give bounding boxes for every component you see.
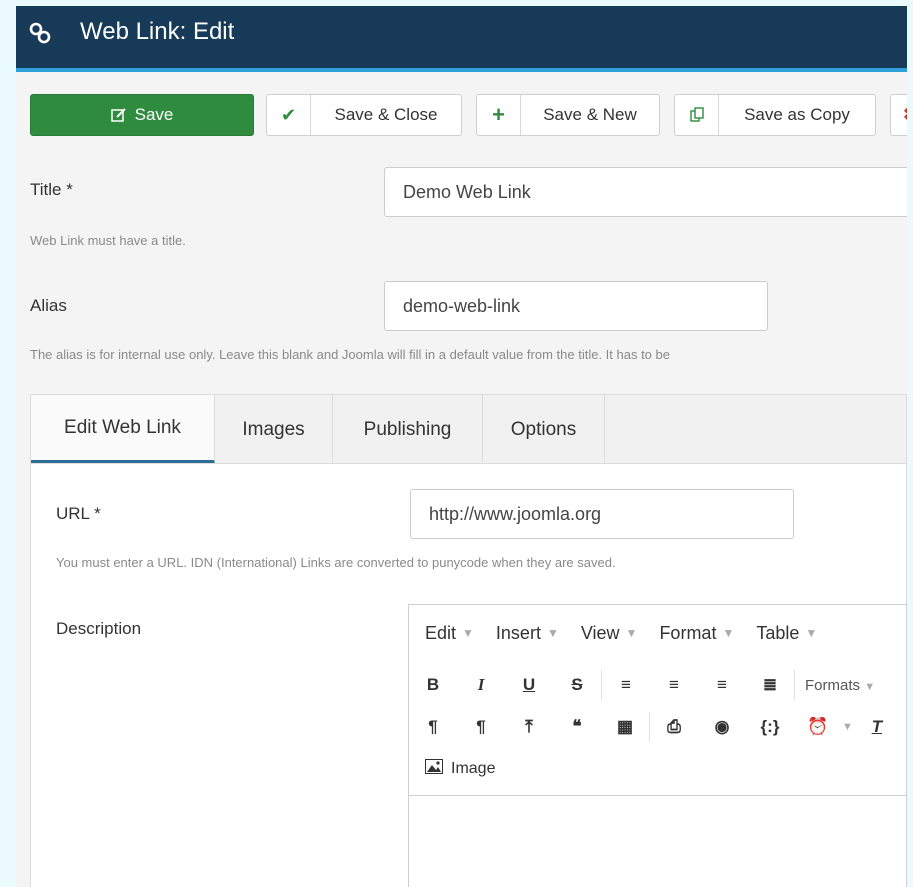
rich-text-editor: Edit ▼ Insert ▼ View ▼ Format ▼ Table ▼ B I U… <box>408 604 907 887</box>
title-input[interactable]: Demo Web Link <box>384 167 907 217</box>
strikethrough-icon[interactable]: S <box>553 675 601 695</box>
alias-help: The alias is for internal use only. Leav… <box>30 347 670 362</box>
editor-menubar: Edit ▼ Insert ▼ View ▼ Format ▼ Table ▼ <box>409 605 906 661</box>
insert-image-button[interactable]: Image <box>425 759 495 779</box>
formats-dropdown[interactable]: Formats ▼ <box>805 677 875 694</box>
alias-input[interactable]: demo-web-link <box>384 281 768 331</box>
save-copy-button[interactable]: Save as Copy <box>674 94 876 136</box>
menu-format[interactable]: Format <box>659 623 716 644</box>
close-icon: ✖ <box>903 105 907 125</box>
bold-icon[interactable]: B <box>409 675 457 695</box>
caret-down-icon: ▼ <box>805 626 818 640</box>
url-input[interactable]: http://www.joomla.org <box>410 489 794 539</box>
tab-edit-web-link[interactable]: Edit Web Link <box>31 395 215 464</box>
tab-images[interactable]: Images <box>215 395 333 464</box>
editor-toolbar-row-1: B I U S ≡ ≡ ≡ ≣ Formats ▼ <box>409 665 906 705</box>
preview-eye-icon[interactable]: ◉ <box>698 717 746 737</box>
caret-down-icon: ▼ <box>842 721 853 733</box>
save-new-label: Save & New <box>543 105 637 124</box>
caret-down-icon: ▼ <box>864 680 876 693</box>
tab-options[interactable]: Options <box>483 395 605 464</box>
menu-view[interactable]: View <box>581 623 620 644</box>
blockquote-icon[interactable]: ❝ <box>553 717 601 737</box>
save-copy-label: Save as Copy <box>744 105 850 124</box>
caret-down-icon: ▼ <box>546 626 559 640</box>
template-icon[interactable]: ▦ <box>601 717 649 737</box>
align-center-icon[interactable]: ≡ <box>650 675 698 695</box>
print-icon[interactable]: ⎙ <box>650 717 698 737</box>
menu-insert[interactable]: Insert <box>496 623 541 644</box>
title-help: Web Link must have a title. <box>30 233 186 248</box>
app-window: Web Link: Edit Save ✔ Save & Close + Sav… <box>16 6 907 887</box>
clock-icon[interactable]: ⏰ <box>794 717 842 737</box>
menu-table[interactable]: Table <box>756 623 799 644</box>
image-label: Image <box>451 760 496 777</box>
copy-icon <box>675 95 719 135</box>
image-icon <box>425 759 443 779</box>
caret-down-icon: ▼ <box>625 626 638 640</box>
check-icon: ✔ <box>267 95 311 135</box>
url-help: You must enter a URL. IDN (International… <box>56 555 616 570</box>
save-new-button[interactable]: + Save & New <box>476 94 660 136</box>
editor-toolbar-row-2: ¶ ¶ ⤒ ❝ ▦ ⎙ ◉ {:} ⏰ ▼ T <box>409 707 906 747</box>
tab-publishing[interactable]: Publishing <box>333 395 483 464</box>
divider <box>794 670 795 700</box>
menu-edit[interactable]: Edit <box>425 623 456 644</box>
italic-icon[interactable]: I <box>457 675 505 695</box>
title-label: Title * <box>30 180 73 199</box>
url-label: URL * <box>56 504 101 523</box>
formats-label: Formats <box>805 676 861 694</box>
underline-icon[interactable]: U <box>505 675 553 695</box>
save-close-label: Save & Close <box>334 105 438 124</box>
editor-content-area[interactable] <box>409 795 906 796</box>
clear-format-icon[interactable]: T <box>853 717 901 737</box>
caret-down-icon: ▼ <box>722 626 735 640</box>
link-icon <box>28 21 52 51</box>
page-header: Web Link: Edit <box>16 6 907 72</box>
align-right-icon[interactable]: ≡ <box>698 675 746 695</box>
save-label: Save <box>134 105 174 124</box>
align-left-icon[interactable]: ≡ <box>602 675 650 695</box>
tab-bar: Edit Web Link Images Publishing Options <box>30 394 907 464</box>
page-title: Web Link: Edit <box>80 18 235 45</box>
paragraph-ltr-icon[interactable]: ¶ <box>409 717 457 737</box>
plus-icon: + <box>477 95 521 135</box>
caret-down-icon: ▼ <box>462 626 474 640</box>
edit-icon <box>110 95 127 135</box>
anchor-icon[interactable]: ⤒ <box>505 717 553 737</box>
code-sample-icon[interactable]: {:} <box>746 717 794 737</box>
alias-label: Alias <box>30 296 67 315</box>
save-button[interactable]: Save <box>30 94 254 136</box>
save-close-button[interactable]: ✔ Save & Close <box>266 94 462 136</box>
description-label: Description <box>56 619 142 638</box>
align-justify-icon[interactable]: ≣ <box>746 675 794 695</box>
close-button[interactable]: ✖ <box>890 94 907 136</box>
paragraph-rtl-icon[interactable]: ¶ <box>457 717 505 737</box>
